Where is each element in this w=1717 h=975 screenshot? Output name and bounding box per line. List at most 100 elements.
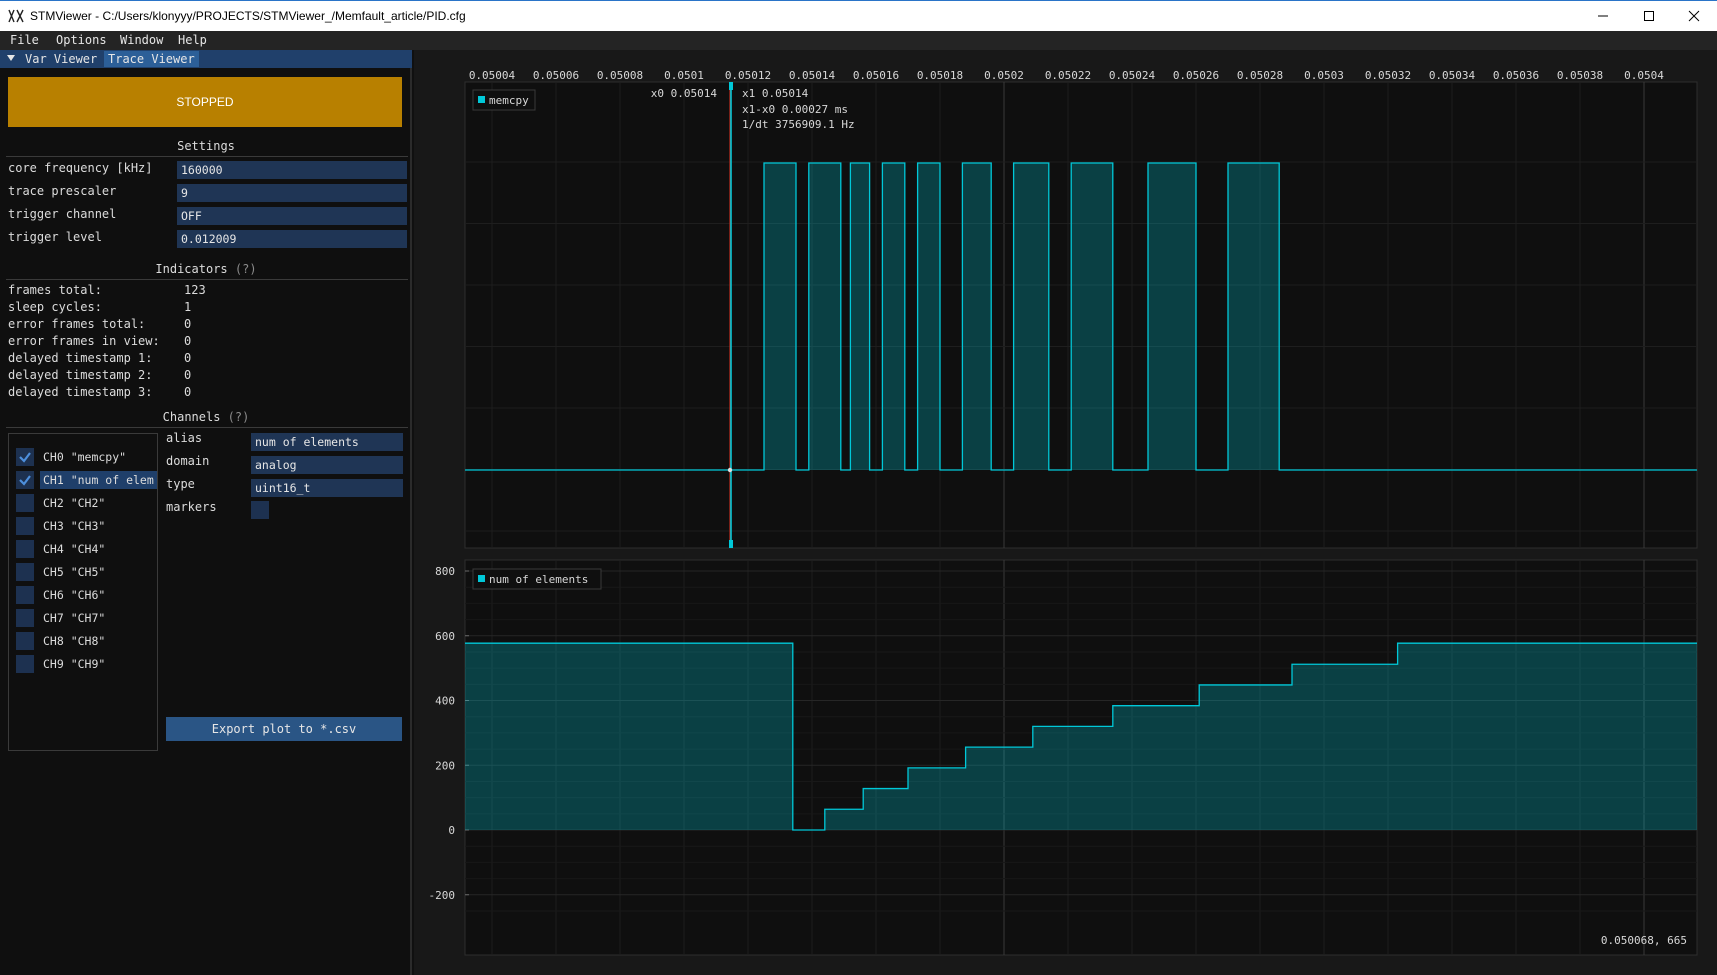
x-tick-label: 0.05014 bbox=[789, 69, 836, 82]
cursor-handle-top bbox=[729, 82, 733, 90]
indicator-value: 1 bbox=[184, 300, 192, 314]
channel-checkbox[interactable] bbox=[16, 563, 34, 581]
indicator-label: delayed timestamp 2: bbox=[8, 368, 153, 382]
channel-checkbox[interactable] bbox=[16, 609, 34, 627]
channel-checkbox[interactable] bbox=[16, 494, 34, 512]
menu-file[interactable]: File bbox=[10, 33, 39, 47]
channel-item[interactable]: CH7 "CH7" bbox=[40, 609, 108, 627]
x-tick-label: 0.0504 bbox=[1624, 69, 1664, 82]
indicator-value: 0 bbox=[184, 385, 192, 399]
channel-checkbox[interactable] bbox=[16, 655, 34, 673]
x-tick-label: 0.05004 bbox=[469, 69, 516, 82]
plots-svg[interactable]: 0.05004 0.05006 0.05008 0.0501 0.05012 0.0501… bbox=[414, 50, 1717, 975]
domain-select[interactable]: analog bbox=[251, 456, 403, 474]
y-tick-label: 400 bbox=[435, 695, 455, 708]
legend-label: num of elements bbox=[489, 573, 588, 586]
channel-item[interactable]: CH8 "CH8" bbox=[40, 632, 108, 650]
channel-checkbox[interactable] bbox=[16, 540, 34, 558]
indicators-header: Indicators (?) bbox=[0, 262, 412, 276]
indicator-value: 123 bbox=[184, 283, 206, 297]
legend-label: memcpy bbox=[489, 94, 529, 107]
channels-header-label: Channels bbox=[162, 410, 221, 424]
minimize-icon[interactable] bbox=[1580, 1, 1626, 31]
channel-item[interactable]: CH9 "CH9" bbox=[40, 655, 108, 673]
x-tick-label: 0.05036 bbox=[1493, 69, 1539, 82]
channel-item[interactable]: CH6 "CH6" bbox=[40, 586, 108, 604]
indicator-label: delayed timestamp 3: bbox=[8, 385, 153, 399]
x-tick-label: 0.05038 bbox=[1557, 69, 1603, 82]
memcpy-pulse-fill bbox=[962, 163, 992, 470]
memcpy-pulse-fill bbox=[764, 163, 796, 470]
trace-prescaler-label: trace prescaler bbox=[8, 184, 117, 198]
x-tick-label: 0.05008 bbox=[597, 69, 643, 82]
indicator-value: 0 bbox=[184, 351, 192, 365]
trigger-level-label: trigger level bbox=[8, 230, 102, 244]
tab-trace-viewer[interactable]: Trace Viewer bbox=[104, 51, 199, 67]
trigger-channel-select[interactable]: OFF bbox=[177, 207, 407, 225]
collapse-triangle-icon[interactable] bbox=[6, 53, 16, 63]
x-tick-label: 0.05034 bbox=[1429, 69, 1476, 82]
markers-checkbox[interactable] bbox=[251, 501, 269, 519]
mouse-coordinate-readout: 0.050068, 665 bbox=[1601, 934, 1687, 947]
legend-swatch bbox=[478, 96, 485, 103]
channel-item[interactable]: CH3 "CH3" bbox=[40, 517, 108, 535]
channel-item[interactable]: CH0 "memcpy" bbox=[40, 448, 129, 466]
cursor-freq-label: 1/dt 3756909.1 Hz bbox=[742, 118, 855, 131]
indicator-value: 0 bbox=[184, 368, 192, 382]
close-icon[interactable] bbox=[1671, 1, 1717, 31]
menu-bar: File Options Window Help bbox=[0, 31, 1717, 50]
channel-item[interactable]: CH1 "num of elem bbox=[40, 471, 157, 489]
indicator-label: delayed timestamp 1: bbox=[8, 351, 153, 365]
channel-checkbox[interactable] bbox=[16, 586, 34, 604]
cursor-point bbox=[727, 467, 733, 473]
indicators-separator bbox=[6, 279, 408, 280]
x-tick-label: 0.05016 bbox=[853, 69, 899, 82]
menu-options[interactable]: Options bbox=[56, 33, 107, 47]
start-stop-button[interactable]: STOPPED bbox=[8, 77, 402, 127]
channel-checkbox[interactable] bbox=[16, 471, 34, 489]
memcpy-pulse-fill bbox=[1013, 163, 1049, 470]
channel-checkbox[interactable] bbox=[16, 517, 34, 535]
alias-label: alias bbox=[166, 431, 203, 445]
settings-header-label: Settings bbox=[177, 139, 235, 153]
window-titlebar: STMViewer - C:/Users/klonyyy/PROJECTS/ST… bbox=[0, 0, 1717, 31]
channel-checkbox[interactable] bbox=[16, 632, 34, 650]
trigger-level-input[interactable]: 0.012009 bbox=[177, 230, 407, 248]
x-tick-label: 0.0503 bbox=[1304, 69, 1344, 82]
channels-separator bbox=[6, 427, 408, 428]
tab-var-viewer[interactable]: Var Viewer bbox=[21, 51, 101, 67]
export-csv-button[interactable]: Export plot to *.csv bbox=[166, 717, 402, 741]
channel-item[interactable]: CH5 "CH5" bbox=[40, 563, 108, 581]
memcpy-pulse-fill bbox=[1071, 163, 1113, 470]
channel-checkbox[interactable] bbox=[16, 448, 34, 466]
x-tick-label: 0.05024 bbox=[1109, 69, 1156, 82]
core-frequency-input[interactable]: 160000 bbox=[177, 161, 407, 179]
alias-input[interactable]: num of elements bbox=[251, 433, 403, 451]
tab-bar: Var Viewer Trace Viewer bbox=[0, 50, 412, 68]
markers-label: markers bbox=[166, 500, 217, 514]
channels-help-icon[interactable]: (?) bbox=[228, 410, 250, 424]
window-title: STMViewer - C:/Users/klonyyy/PROJECTS/ST… bbox=[30, 9, 466, 23]
legend-memcpy: memcpy bbox=[472, 89, 536, 111]
type-label: type bbox=[166, 477, 195, 491]
menu-window[interactable]: Window bbox=[120, 33, 163, 47]
plot-area[interactable]: 0.05004 0.05006 0.05008 0.0501 0.05012 0.0501… bbox=[414, 50, 1717, 975]
indicator-label: sleep cycles: bbox=[8, 300, 102, 314]
maximize-icon[interactable] bbox=[1626, 1, 1672, 31]
indicators-help-icon[interactable]: (?) bbox=[235, 262, 257, 276]
x-tick-label: 0.05028 bbox=[1237, 69, 1283, 82]
cursor-handle-bottom bbox=[729, 540, 733, 548]
indicators-header-label: Indicators bbox=[155, 262, 228, 276]
memcpy-pulse-fill bbox=[882, 163, 905, 470]
memcpy-pulse-fill bbox=[850, 163, 870, 470]
cursor-x0-label: x0 0.05014 bbox=[651, 87, 718, 100]
x-tick-label: 0.05006 bbox=[533, 69, 579, 82]
channel-item[interactable]: CH2 "CH2" bbox=[40, 494, 108, 512]
channels-header: Channels (?) bbox=[0, 410, 412, 424]
memcpy-pulse-fill bbox=[1228, 163, 1280, 470]
channel-item[interactable]: CH4 "CH4" bbox=[40, 540, 108, 558]
trace-prescaler-input[interactable]: 9 bbox=[177, 184, 407, 202]
x-tick-label: 0.05012 bbox=[725, 69, 771, 82]
type-select[interactable]: uint16_t bbox=[251, 479, 403, 497]
menu-help[interactable]: Help bbox=[178, 33, 207, 47]
